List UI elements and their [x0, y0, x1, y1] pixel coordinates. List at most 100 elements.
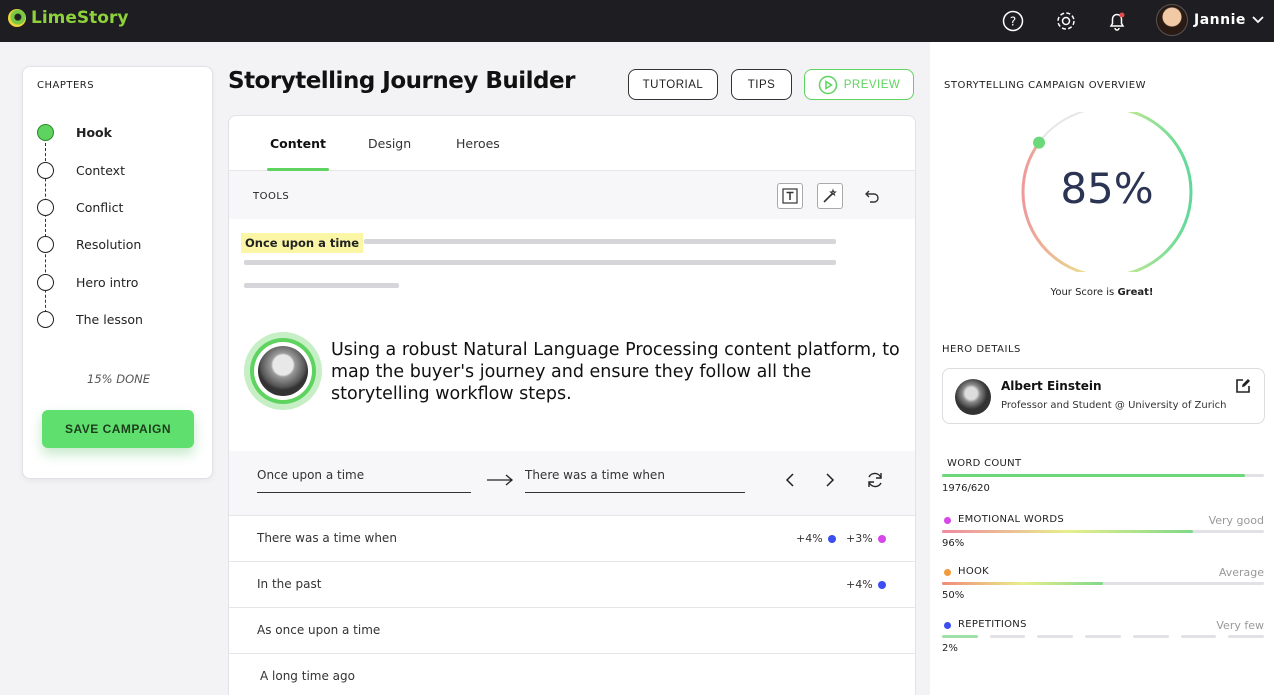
score-value: 85% [1060, 164, 1154, 213]
hero-details-title: HERO DETAILS [942, 344, 1021, 355]
top-bar: LimeStory ? Jannie [0, 0, 1274, 42]
help-icon[interactable]: ? [1000, 8, 1026, 34]
chapter-status-icon [37, 311, 54, 328]
score-badge: +4% [796, 532, 836, 545]
text-box-icon[interactable] [777, 183, 803, 209]
hero-card: Albert Einstein Professor and Student @ … [942, 368, 1265, 424]
alternative-phrase-row[interactable]: As once upon a time [229, 608, 915, 654]
chapters-title: CHAPTERS [37, 80, 95, 91]
highlighted-phrase[interactable]: Once upon a time [241, 233, 364, 253]
user-menu[interactable]: Jannie [1156, 4, 1264, 36]
score-badge-value: +4% [846, 578, 873, 591]
story-content-area[interactable]: Once upon a time Using a robust Natural … [229, 219, 915, 451]
tab-content[interactable]: Content [270, 136, 326, 151]
hero-photo [244, 332, 322, 410]
score-caption-prefix: Your Score is [1050, 287, 1118, 298]
chevron-right-icon[interactable] [819, 469, 841, 491]
original-phrase-field[interactable]: Once upon a time [257, 468, 471, 493]
chapter-item-hook[interactable]: Hook [37, 124, 112, 141]
overview-title: STORYTELLING CAMPAIGN OVERVIEW [944, 80, 1146, 91]
metric-bar [942, 582, 1103, 585]
alternative-phrase: A long time ago [260, 669, 355, 683]
metric-value: 96% [942, 538, 965, 549]
progress-text: 15% DONE [87, 372, 150, 386]
tips-button[interactable]: TIPS [731, 69, 792, 100]
metric-bar [942, 474, 1245, 477]
chapter-item-the-lesson[interactable]: The lesson [37, 311, 143, 328]
tutorial-button[interactable]: TUTORIAL [628, 69, 718, 100]
tools-label: TOOLS [253, 191, 290, 202]
score-badge-value: +4% [796, 532, 823, 545]
metric-label: WORD COUNT [947, 458, 1022, 469]
blue-dot-icon [877, 580, 886, 589]
hero-story-text: Using a robust Natural Language Processi… [331, 340, 900, 404]
metric-label: REPETITIONS [958, 619, 1027, 630]
alternative-phrase: As once upon a time [257, 623, 381, 637]
overview-panel: STORYTELLING CAMPAIGN OVERVIEW 85% Your … [930, 42, 1274, 695]
chapter-status-icon [37, 124, 54, 141]
phrase-suggestion-bar: Once upon a time There was a time when [229, 451, 915, 516]
arrow-right-icon [485, 469, 515, 491]
metric-rating: Average [1218, 566, 1264, 579]
save-campaign-button[interactable]: SAVE CAMPAIGN [42, 410, 194, 448]
metric-value: 50% [942, 590, 965, 601]
chapter-item-context[interactable]: Context [37, 162, 125, 179]
editor-panel: Content Design Heroes TOOLS Once upon a … [228, 115, 916, 695]
tools-bar: TOOLS [229, 171, 915, 219]
user-name: Jannie [1194, 12, 1246, 28]
chapter-item-hero-intro[interactable]: Hero intro [37, 274, 138, 291]
score-badge: +4% [846, 578, 886, 591]
chapter-item-conflict[interactable]: Conflict [37, 199, 123, 216]
alternative-phrase: In the past [257, 577, 322, 591]
score-badge-value: +3% [846, 532, 873, 545]
metric-label: HOOK [958, 566, 990, 577]
orange-dot-icon [944, 569, 951, 576]
chapter-item-resolution[interactable]: Resolution [37, 236, 141, 253]
editor-tabs: Content Design Heroes [229, 116, 915, 171]
undo-icon[interactable] [859, 183, 885, 209]
metric-rating: Very good [1208, 514, 1264, 527]
alternative-phrase: There was a time when [257, 531, 397, 545]
chapter-label: Hook [76, 125, 112, 140]
alternative-phrase-row[interactable]: A long time ago [229, 654, 915, 695]
chevron-left-icon[interactable] [779, 469, 801, 491]
chapter-status-icon [37, 236, 54, 253]
score-badge: +3% [846, 532, 886, 545]
tab-heroes[interactable]: Heroes [456, 136, 500, 151]
play-icon [818, 75, 837, 94]
score-marker [1033, 136, 1046, 149]
chapter-label: Resolution [76, 237, 142, 252]
logo-icon [8, 9, 26, 27]
chapter-label: The lesson [76, 312, 143, 327]
score-caption-rating: Great! [1117, 287, 1154, 298]
magenta-dot-icon [877, 534, 886, 543]
tab-design[interactable]: Design [368, 136, 411, 151]
edit-icon[interactable] [1234, 377, 1252, 395]
alternative-phrase-row[interactable]: There was a time when +4% +3% [229, 516, 915, 562]
app-logo[interactable]: LimeStory [8, 8, 128, 28]
hero-portrait-image [258, 346, 308, 396]
score-caption: Your Score is Great! [930, 287, 1274, 298]
metric-rating: Very few [1216, 619, 1264, 632]
page-title: Storytelling Journey Builder [228, 68, 575, 94]
chapter-label: Context [76, 163, 125, 178]
magic-wand-icon[interactable] [817, 183, 843, 209]
alternative-phrase-row[interactable]: In the past +4% [229, 562, 915, 608]
metric-value: 2% [942, 643, 958, 654]
preview-label: PREVIEW [843, 78, 901, 91]
hero-subtitle: Professor and Student @ University of Zu… [1001, 400, 1227, 411]
replacement-phrase-field[interactable]: There was a time when [525, 468, 745, 493]
chapter-status-icon [37, 274, 54, 291]
text-placeholder-line [244, 260, 836, 265]
chapter-status-icon [37, 162, 54, 179]
refresh-icon[interactable] [864, 469, 886, 491]
settings-gear-icon[interactable] [1053, 8, 1079, 34]
text-placeholder-line [244, 283, 399, 288]
preview-button[interactable]: PREVIEW [804, 69, 914, 100]
text-placeholder-line [364, 239, 836, 244]
chevron-down-icon [1252, 16, 1264, 24]
notification-bell-icon[interactable] [1104, 8, 1130, 34]
blue-dot-icon [827, 534, 836, 543]
metric-bar [942, 530, 1194, 533]
blue-dot-icon [944, 622, 951, 629]
